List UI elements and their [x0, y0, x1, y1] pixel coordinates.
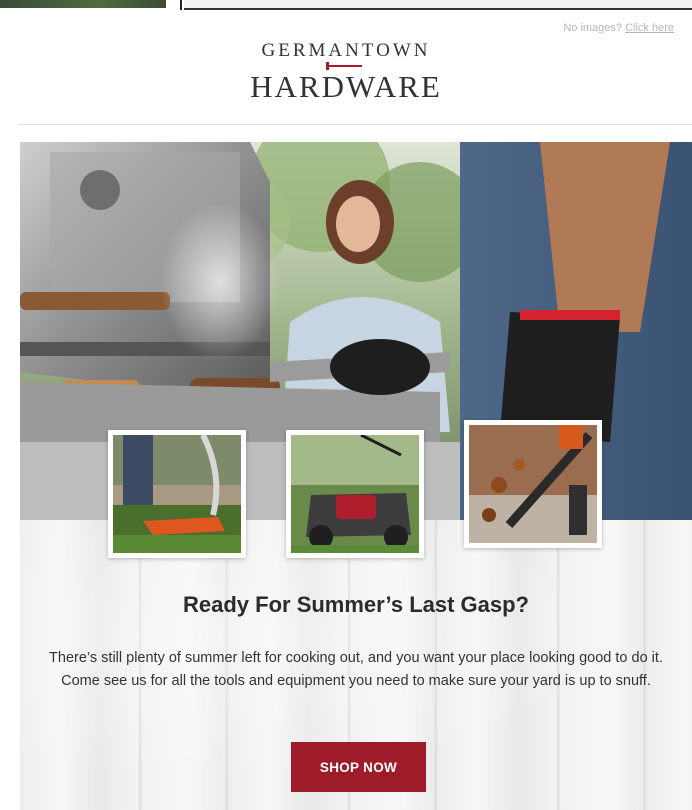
no-images-label: No images? [563, 22, 626, 34]
brand-logo[interactable]: GERMANTOWN HARDWARE [0, 40, 692, 104]
previous-panel-fragment [184, 0, 692, 10]
string-trimmer-photo-icon [113, 435, 241, 553]
divider [180, 0, 182, 10]
product-card-trimmer[interactable] [108, 430, 246, 558]
previous-content-strip [0, 0, 692, 10]
previous-image-fragment [0, 0, 166, 8]
leaf-blower-photo-icon [469, 425, 597, 543]
headline: Ready For Summer’s Last Gasp? [183, 592, 529, 617]
no-images-notice: No images? Click here [563, 22, 674, 34]
logo-bottom-word: HARDWARE [250, 69, 442, 104]
header-divider [18, 124, 692, 125]
lawn-mower-photo-icon [291, 435, 419, 553]
hammer-icon [326, 62, 366, 70]
body-text: There’s still plenty of summer left for … [49, 650, 663, 689]
shop-now-button[interactable]: SHOP NOW [291, 742, 426, 792]
product-card-blower[interactable] [464, 420, 602, 548]
logo-top-word: GERMANTOWN [261, 40, 431, 61]
product-card-mower[interactable] [286, 430, 424, 558]
email-page: No images? Click here GERMANTOWN HARDWAR… [0, 0, 692, 810]
click-here-link[interactable]: Click here [625, 22, 674, 34]
